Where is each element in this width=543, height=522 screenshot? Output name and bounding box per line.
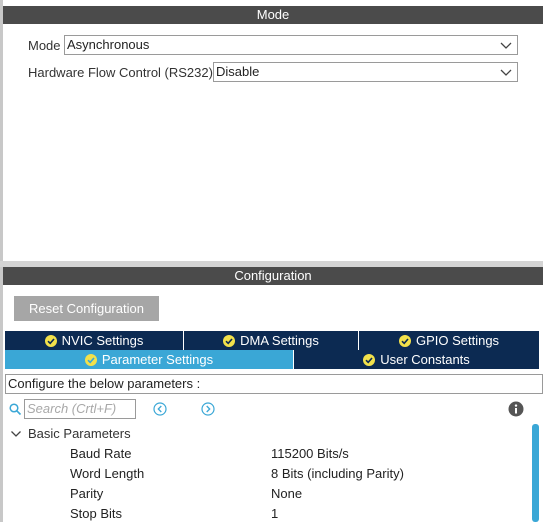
tab-nvic-settings[interactable]: NVIC Settings (5, 331, 183, 350)
check-circle-icon (84, 354, 97, 366)
config-panel-border (0, 267, 3, 522)
flow-control-select[interactable]: Disable (213, 62, 518, 82)
tab-label: User Constants (380, 352, 470, 367)
mode-label: Mode (28, 38, 61, 53)
tab-label: NVIC Settings (61, 333, 144, 348)
check-circle-icon (363, 354, 376, 366)
mode-select[interactable]: Asynchronous (64, 35, 518, 55)
param-value[interactable]: None (271, 486, 302, 501)
configuration-header: Configuration (3, 267, 543, 285)
info-icon[interactable] (508, 401, 524, 417)
param-name: Word Length (70, 466, 145, 481)
check-circle-icon (398, 335, 411, 347)
param-value[interactable]: 8 Bits (including Parity) (271, 466, 404, 481)
mode-select-value: Asynchronous (67, 37, 150, 52)
tab-gpio-settings[interactable]: GPIO Settings (359, 331, 539, 350)
mode-header: Mode (3, 6, 543, 24)
param-name: Stop Bits (70, 506, 123, 521)
arrow-left-circle-icon[interactable] (153, 402, 167, 416)
param-value[interactable]: 115200 Bits/s (271, 446, 349, 461)
parameters-info-text: Configure the below parameters : (5, 374, 543, 394)
tab-label: DMA Settings (240, 333, 319, 348)
tab-parameter-settings[interactable]: Parameter Settings (5, 350, 293, 369)
tab-label: Parameter Settings (101, 352, 214, 367)
tab-user-constants[interactable]: User Constants (294, 350, 539, 369)
chevron-down-icon[interactable] (10, 428, 22, 440)
chevron-down-icon (500, 42, 512, 49)
reset-configuration-button[interactable]: Reset Configuration (14, 296, 159, 321)
tab-dma-settings[interactable]: DMA Settings (184, 331, 358, 350)
param-value[interactable]: 1 (271, 506, 278, 521)
search-input[interactable]: Search (Crtl+F) (24, 399, 136, 419)
flow-control-label: Hardware Flow Control (RS232) (28, 65, 213, 80)
basic-parameters-group[interactable]: Basic Parameters (28, 426, 131, 441)
check-circle-icon (223, 335, 236, 347)
param-name: Baud Rate (70, 446, 132, 461)
mode-panel-border (0, 0, 3, 261)
flow-control-select-value: Disable (216, 64, 260, 79)
search-icon (9, 403, 22, 416)
chevron-down-icon (500, 69, 512, 76)
vertical-scrollbar[interactable] (532, 424, 539, 522)
tab-label: GPIO Settings (415, 333, 500, 348)
arrow-right-circle-icon[interactable] (201, 402, 215, 416)
check-circle-icon (44, 335, 57, 347)
param-name: Parity (70, 486, 104, 501)
